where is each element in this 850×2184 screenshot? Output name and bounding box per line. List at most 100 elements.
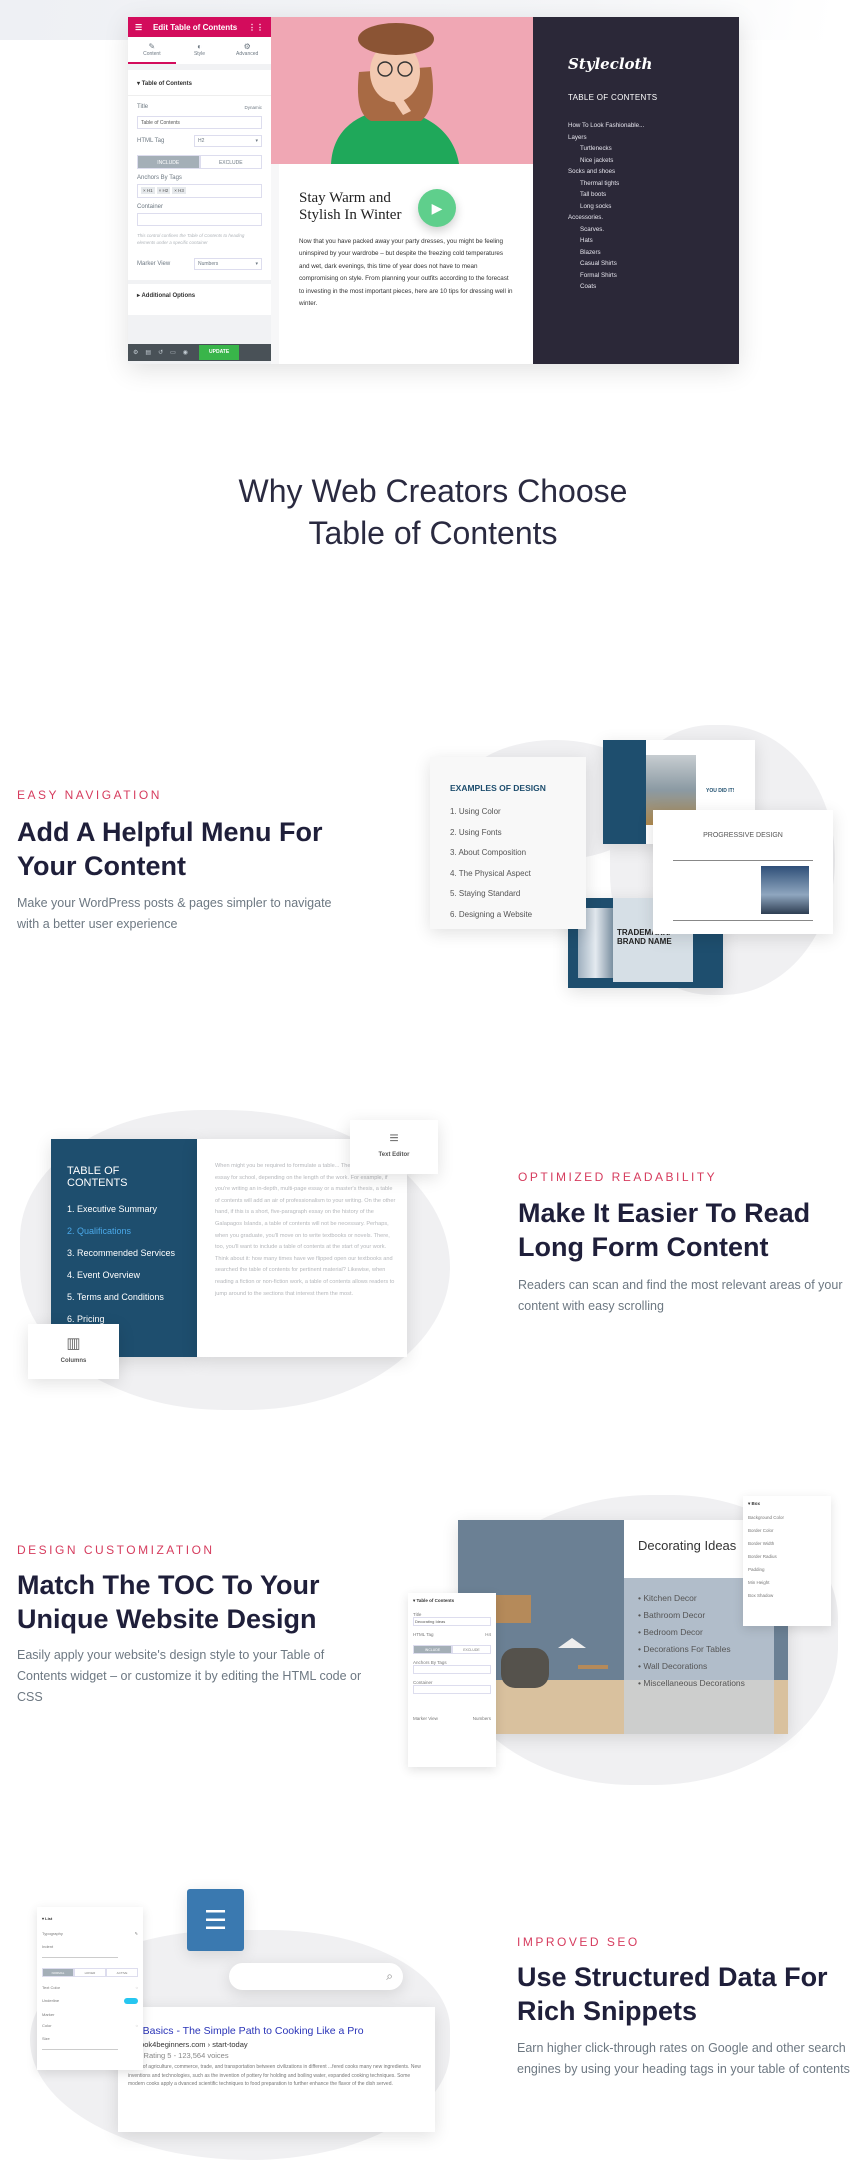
toc-item[interactable]: Scarves. (568, 224, 644, 236)
toc-settings-panel: ▾ Table of Contents Title Decorating Ide… (408, 1593, 496, 1767)
toc-item[interactable]: 2. Qualifications (67, 1226, 181, 1236)
history-icon[interactable]: ↺ (158, 349, 163, 356)
toc-item[interactable]: Layers (568, 132, 644, 144)
color-picker[interactable]: ◌ (136, 1985, 138, 1990)
toc-item[interactable]: 6. Designing a Website (450, 910, 566, 919)
tag-select[interactable]: H4 (485, 1632, 491, 1637)
editor-mockup: ☰ Edit Table of Contents ⋮⋮ ✎ Content ◐ St… (128, 17, 739, 364)
slide-text: YOU DID IT! (706, 788, 735, 794)
toc-item[interactable]: Nice jackets (568, 155, 644, 167)
text-editor-widget[interactable]: ≡ Text Editor (350, 1120, 438, 1174)
html-tag-select[interactable]: H2 ▾ (194, 135, 262, 147)
tag-chip[interactable]: × H1 (141, 187, 155, 194)
container-input[interactable] (137, 213, 262, 226)
toc-item[interactable]: 3. Recommended Services (67, 1248, 181, 1258)
exclude-tab[interactable]: EXCLUDE (199, 155, 262, 169)
section-title: List (45, 1916, 53, 1921)
play-button[interactable]: ▶ (418, 189, 456, 227)
exclude-tab[interactable]: EXCLUDE (452, 1645, 491, 1654)
tab-style[interactable]: ◐ Style (176, 37, 224, 64)
settings-icon[interactable]: ⚙ (133, 349, 138, 356)
snippet-title[interactable]: en Basics - The Simple Path to Cooking L… (128, 2025, 427, 2037)
toc-item[interactable]: • Miscellaneous Decorations (638, 1675, 745, 1692)
anchors-input[interactable]: × H1 × H2 × H3 (137, 184, 262, 198)
section-title: Additional Options (141, 293, 196, 299)
field-label: Marker (42, 2012, 55, 2017)
marker-select[interactable]: Numbers ▾ (194, 258, 262, 270)
panel-section[interactable]: ▾ Table of Contents (413, 1598, 491, 1604)
toc-item[interactable]: 3. About Composition (450, 848, 566, 857)
toc-item[interactable]: 1. Executive Summary (67, 1204, 181, 1214)
title-input[interactable]: Table of Contents (137, 116, 262, 129)
include-tab[interactable]: INCLUDE (413, 1645, 452, 1654)
play-icon: ▶ (431, 200, 443, 216)
toc-item[interactable]: Thermal tights (568, 178, 644, 190)
underline-toggle[interactable] (124, 1998, 138, 2004)
toc-item[interactable]: 5. Terms and Conditions (67, 1292, 181, 1302)
toc-item[interactable]: • Bathroom Decor (638, 1607, 745, 1624)
marker-select[interactable]: Numbers (473, 1716, 491, 1721)
edit-icon[interactable]: ✎ (135, 1931, 138, 1936)
tab-content[interactable]: ✎ Content (128, 37, 176, 64)
toc-item[interactable]: Formal Shirts (568, 270, 644, 282)
toc-item[interactable]: Socks and shoes (568, 166, 644, 178)
toc-item[interactable]: • Kitchen Decor (638, 1590, 745, 1607)
responsive-icon[interactable]: ▭ (170, 349, 176, 356)
toc-item[interactable]: Accessories. (568, 212, 644, 224)
update-button[interactable]: UPDATE (199, 345, 240, 360)
container-input[interactable] (413, 1685, 491, 1694)
toc-item[interactable]: 1. Using Color (450, 807, 566, 816)
database-icon: ☰ (187, 1889, 244, 1951)
toc-item[interactable]: • Bedroom Decor (638, 1624, 745, 1641)
indent-slider[interactable] (42, 1957, 118, 1958)
toc-item[interactable]: • Wall Decorations (638, 1658, 745, 1675)
hero-photo (271, 17, 533, 164)
preview-icon[interactable]: ◉ (183, 349, 188, 356)
tag-chip[interactable]: × H2 (156, 187, 171, 194)
toc-item[interactable]: 5. Staying Standard (450, 889, 566, 898)
toc-item[interactable]: Long socks (568, 201, 644, 213)
tab-advanced[interactable]: ⚙ Advanced (223, 37, 271, 64)
toc-item[interactable]: Hats (568, 235, 644, 247)
room-image: Decorating Ideas • Kitchen Decor • Bathro… (458, 1520, 788, 1734)
toc-item[interactable]: 4. The Physical Aspect (450, 869, 566, 878)
field-label: Typography (42, 1931, 63, 1936)
elementor-panel: ☰ Edit Table of Contents ⋮⋮ ✎ Content ◐ St… (128, 17, 271, 364)
toc-item[interactable]: 2. Using Fonts (450, 828, 566, 837)
toc-item[interactable]: Tall boots (568, 189, 644, 201)
decor-toc-list: • Kitchen Decor • Bathroom Decor • Bedroom… (638, 1590, 745, 1692)
panel-section[interactable]: ▾ List (42, 1916, 138, 1921)
layers-icon[interactable]: ▤ (145, 349, 151, 356)
size-slider[interactable] (42, 2049, 118, 2050)
tab-label: Advanced (236, 51, 259, 57)
state-tab[interactable]: ACTIVE (106, 1968, 138, 1977)
snippet-body: ...sion of agriculture, commerce, trade,… (128, 2064, 421, 2087)
select-value: H2 (198, 138, 205, 144)
color-picker[interactable]: ◌ (136, 2023, 138, 2028)
columns-widget[interactable]: ▥ Columns (28, 1324, 119, 1379)
search-input[interactable]: ⌕ (229, 1963, 403, 1990)
panel-section[interactable]: ▾ Box (748, 1501, 826, 1507)
feature-title: Add A Helpful Menu For Your Content (17, 815, 322, 883)
toc-item[interactable]: 6. Pricing (67, 1314, 181, 1324)
tag-chip[interactable]: × H3 (172, 187, 186, 194)
title-input[interactable]: Decorating Ideas (413, 1617, 491, 1626)
toc-item[interactable]: Coats (568, 281, 644, 293)
toc-item[interactable]: 4. Event Overview (67, 1270, 181, 1280)
toc-item[interactable]: Casual Shirts (568, 258, 644, 270)
toc-item[interactable]: • Decorations For Tables (638, 1641, 745, 1658)
panel-footer: ⚙ ▤ ↺ ▭ ◉ UPDATE (128, 344, 271, 361)
toc-item[interactable]: Turtlenecks (568, 143, 644, 155)
section-toggle[interactable]: ▾ Table of Contents (128, 76, 271, 96)
state-tab[interactable]: NORMAL (42, 1968, 74, 1977)
grid-icon[interactable]: ⋮⋮ (248, 23, 264, 32)
heading-line: Why Web Creators Choose (238, 473, 628, 509)
menu-icon[interactable]: ☰ (135, 23, 142, 32)
anchors-input[interactable] (413, 1665, 491, 1674)
toc-item[interactable]: Blazers (568, 247, 644, 259)
additional-options-toggle[interactable]: ▸ Additional Options (128, 280, 271, 307)
toc-item[interactable]: How To Look Fashionable... (568, 120, 644, 132)
state-tab[interactable]: HOVER (74, 1968, 106, 1977)
dynamic-button[interactable]: Dynamic (244, 105, 262, 110)
include-tab[interactable]: INCLUDE (137, 155, 200, 169)
